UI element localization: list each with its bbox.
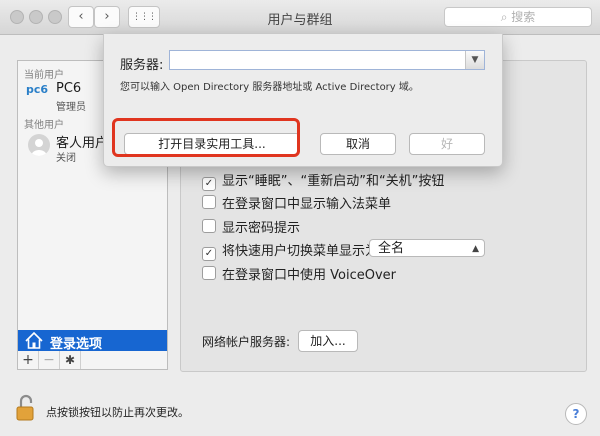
search-icon: ⌕ (500, 10, 508, 24)
option-label: 显示“睡眠”、“重新启动”和“关机”按钮 (222, 174, 445, 189)
lock-icon[interactable] (15, 394, 37, 422)
join-button[interactable]: 加入... (298, 330, 358, 352)
help-button[interactable]: ? (565, 403, 587, 425)
network-account-label: 网络帐户服务器: (202, 335, 291, 349)
server-label: 服务器: (120, 58, 164, 73)
option-show-power-buttons[interactable]: ✓ 显示“睡眠”、“重新启动”和“关机”按钮 (202, 170, 445, 191)
house-icon (25, 331, 43, 352)
option-fast-user-switch[interactable]: ✓ 将快速用户切换菜单显示为 (202, 240, 379, 261)
option-label: 在登录窗口中显示输入法菜单 (222, 197, 392, 212)
updown-chevron-icon: ▲ (472, 244, 479, 254)
fast-switch-value: 全名 (378, 241, 405, 256)
login-options-label: 登录选项 (50, 337, 103, 352)
server-combobox[interactable]: ▼ (169, 50, 485, 70)
search-placeholder: 搜索 (511, 10, 536, 24)
add-user-button[interactable]: + (18, 351, 39, 369)
login-options-item[interactable]: 登录选项 (18, 330, 167, 352)
option-input-menu[interactable]: 在登录窗口中显示输入法菜单 (202, 193, 392, 212)
other-users-label: 其他用户 (24, 120, 64, 131)
remove-user-button[interactable]: − (39, 351, 60, 369)
search-input[interactable]: ⌕ 搜索 (444, 7, 592, 27)
option-voiceover[interactable]: 在登录窗口中使用 VoiceOver (202, 264, 396, 283)
red-highlight-box (112, 118, 300, 157)
server-hint: 您可以输入 Open Directory 服务器地址或 Active Direc… (120, 82, 419, 93)
checkbox-fast-user-switch[interactable]: ✓ (202, 247, 216, 261)
checkbox-voiceover[interactable] (202, 266, 216, 280)
title-bar: ‹ › ⋮⋮⋮ 用户与群组 ⌕ 搜索 (0, 0, 600, 35)
current-users-label: 当前用户 (24, 70, 64, 81)
checkbox-power-buttons[interactable]: ✓ (202, 177, 216, 191)
gear-icon: ✱ (64, 353, 76, 367)
option-label: 将快速用户切换菜单显示为 (222, 244, 379, 259)
checkbox-password-hints[interactable] (202, 219, 216, 233)
minus-icon: − (43, 352, 55, 368)
fast-switch-select[interactable]: 全名 ▲ (369, 239, 485, 257)
action-menu-button[interactable]: ✱ (60, 351, 81, 369)
lock-message: 点按锁按钮以防止再次更改。 (46, 406, 189, 419)
pc6-avatar-icon: pc6 (26, 83, 49, 96)
cancel-button[interactable]: 取消 (320, 133, 396, 155)
sidebar-toolbar: + − ✱ (17, 351, 168, 370)
ok-button[interactable]: 好 (409, 133, 485, 155)
option-label: 显示密码提示 (222, 221, 301, 236)
user-name: PC6 (56, 81, 82, 96)
user-role: 管理员 (56, 102, 86, 113)
chevron-down-icon[interactable]: ▼ (465, 51, 484, 69)
plus-icon: + (22, 352, 34, 368)
question-mark-icon: ? (572, 407, 580, 421)
guest-avatar-icon (28, 134, 50, 156)
checkbox-input-menu[interactable] (202, 195, 216, 209)
option-label: 在登录窗口中使用 VoiceOver (222, 268, 396, 283)
guest-user-status: 关闭 (56, 153, 76, 164)
server-input[interactable] (174, 52, 458, 70)
option-password-hints[interactable]: 显示密码提示 (202, 217, 301, 236)
